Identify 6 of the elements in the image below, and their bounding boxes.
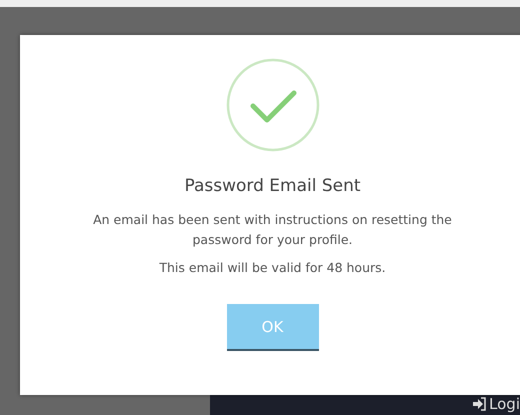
login-link[interactable]: Logi xyxy=(472,395,520,415)
check-circle-icon xyxy=(226,58,320,152)
dialog-title: Password Email Sent xyxy=(184,176,361,196)
dialog-message: An email has been sent with instructions on resetting the password for your profile. xyxy=(92,211,453,249)
dialog-message: This email will be valid for 48 hours. xyxy=(158,259,387,277)
login-icon xyxy=(472,397,486,411)
